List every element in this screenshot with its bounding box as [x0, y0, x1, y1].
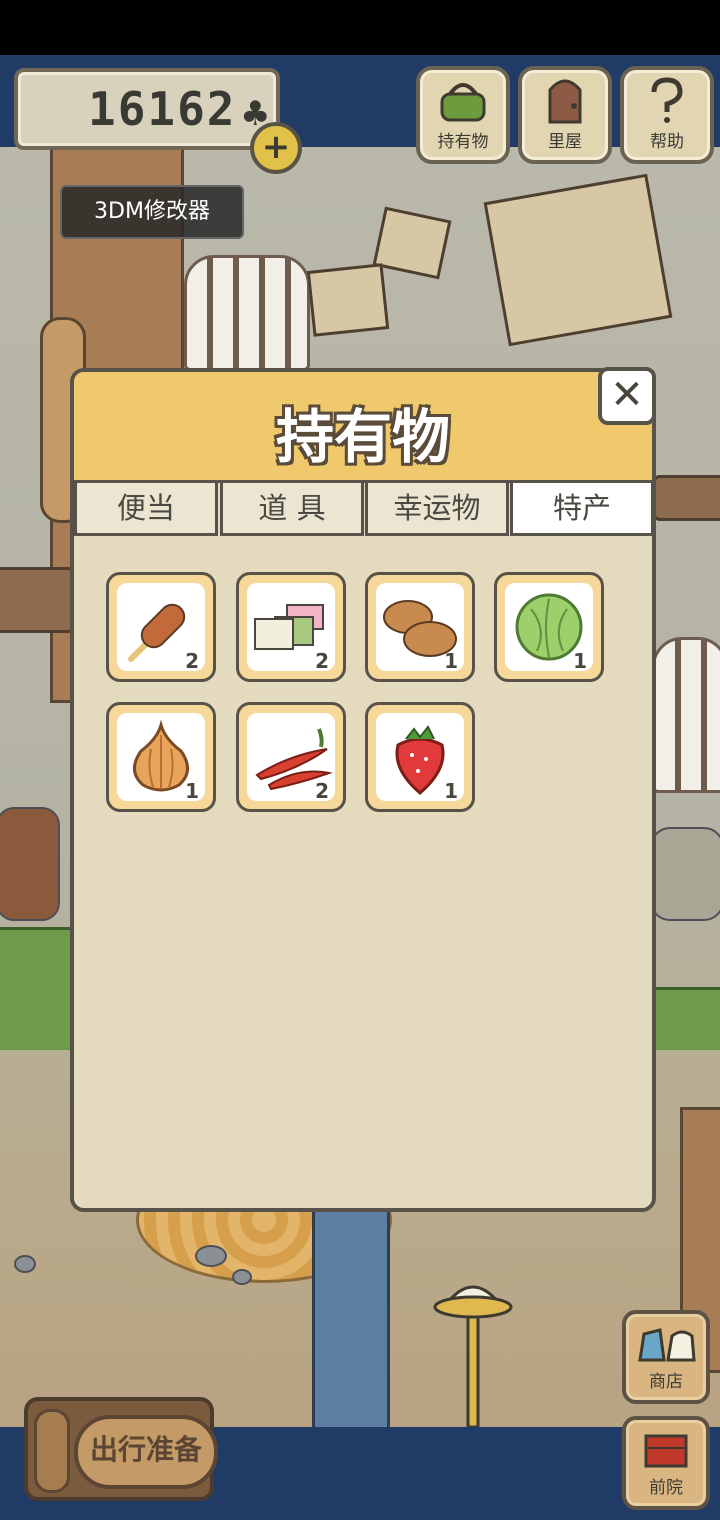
lamp: [433, 1285, 513, 1427]
shelf-board: [0, 567, 76, 633]
grass-left: [0, 927, 70, 1050]
tab-lucky-charms[interactable]: 幸运物: [365, 483, 509, 536]
dialog-title: 持有物: [275, 403, 450, 471]
item-slot-cabbage[interactable]: 1: [494, 572, 604, 682]
shop-icon: [638, 1328, 696, 1362]
item-slot-onion[interactable]: 1: [106, 702, 216, 812]
shop-label: 商店: [649, 1372, 683, 1392]
item-slot-grilled-skewer[interactable]: 2: [106, 572, 216, 682]
right-shelf: [652, 475, 720, 521]
item-count: 1: [573, 649, 587, 673]
right-window: [652, 637, 720, 793]
item-count: 2: [185, 649, 199, 673]
item-count: 2: [315, 649, 329, 673]
notice-card: [372, 206, 452, 280]
inventory-label: 持有物: [437, 132, 489, 152]
tab-bento[interactable]: 便当: [74, 483, 218, 536]
tab-tools[interactable]: 道 具: [220, 483, 364, 536]
dialog-header: 持有物: [74, 372, 652, 483]
pebble: [14, 1255, 36, 1273]
item-count: 1: [185, 779, 199, 803]
item-slot-red-peppers[interactable]: 2: [236, 702, 346, 812]
yard-icon: [644, 1434, 688, 1468]
item-count: 2: [315, 779, 329, 803]
pebble: [195, 1245, 227, 1267]
help-label: 帮助: [650, 132, 684, 152]
clover-counter: 16162 ♣: [14, 68, 280, 150]
back-room-button[interactable]: 里屋: [518, 66, 612, 164]
category-tabs: 便当 道 具 幸运物 特产: [74, 483, 652, 537]
item-count: 1: [444, 649, 458, 673]
item-count: 1: [444, 779, 458, 803]
inventory-dialog: 持有物 便当 道 具 幸运物 特产 2 2 1 1 1 2 1: [70, 368, 656, 1212]
log-icon: [34, 1409, 70, 1493]
back-window: [184, 255, 310, 371]
status-bar: [0, 0, 720, 55]
back-room-label: 里屋: [548, 132, 582, 152]
depart-prep-label: 出行准备: [74, 1415, 218, 1489]
folding-curtain: [312, 1207, 390, 1427]
close-button[interactable]: ✕: [598, 367, 656, 425]
clover-count: 16162: [88, 82, 237, 136]
item-slot-tricolor-mochi[interactable]: 2: [236, 572, 346, 682]
inventory-button[interactable]: 持有物: [416, 66, 510, 164]
door-icon: [548, 79, 582, 124]
tab-specialties[interactable]: 特产: [510, 483, 652, 536]
mouse-hole: [650, 827, 720, 921]
question-icon: [651, 77, 683, 123]
modifier-overlay-label[interactable]: 3DM修改器: [60, 185, 244, 239]
bag-icon: [440, 83, 486, 122]
jar: [0, 807, 60, 921]
notice-map: [483, 173, 673, 347]
depart-prep-button[interactable]: 出行准备: [24, 1397, 218, 1501]
item-slot-steamed-buns[interactable]: 1: [365, 572, 475, 682]
add-clover-button[interactable]: +: [250, 122, 302, 174]
grass-right: [650, 987, 720, 1050]
yard-label: 前院: [649, 1478, 683, 1498]
help-button[interactable]: 帮助: [620, 66, 714, 164]
shop-button[interactable]: 商店: [622, 1310, 710, 1404]
notice-card-2: [306, 263, 390, 337]
item-slot-strawberry[interactable]: 1: [365, 702, 475, 812]
pebble: [232, 1269, 252, 1285]
yard-button[interactable]: 前院: [622, 1416, 710, 1510]
